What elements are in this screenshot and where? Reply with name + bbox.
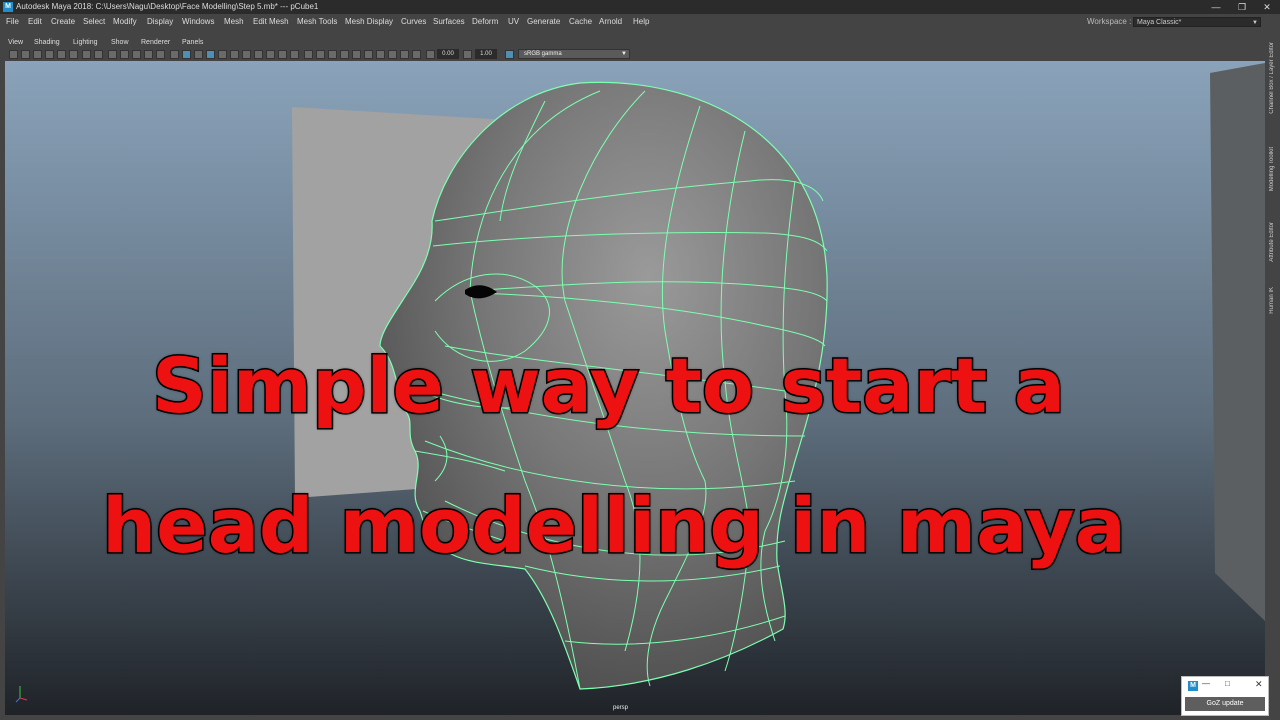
gamma-field[interactable]: 1.00	[475, 49, 497, 59]
menu-arnold[interactable]: Arnold	[599, 14, 622, 30]
camera-label: persp	[613, 705, 629, 711]
tab-channel-box[interactable]: Channel Box / Layer Editor	[1267, 42, 1278, 114]
window-title: Autodesk Maya 2018: C:\Users\Nagu\Deskto…	[16, 2, 319, 11]
menu-uv[interactable]: UV	[508, 14, 519, 30]
grid-display-icon[interactable]	[388, 50, 397, 59]
camera-attributes-icon[interactable]	[21, 50, 30, 59]
film-gate-icon[interactable]	[94, 50, 103, 59]
color-management-icon[interactable]	[505, 50, 514, 59]
menu-cache[interactable]: Cache	[569, 14, 592, 30]
panel-menu-renderer[interactable]: Renderer	[141, 37, 170, 48]
workspace-label: Workspace :	[1087, 17, 1132, 26]
menu-edit[interactable]: Edit	[28, 14, 42, 30]
goz-window: M — □ ✕ GoZ update	[1181, 676, 1269, 716]
menu-mesh-tools[interactable]: Mesh Tools	[297, 14, 337, 30]
tab-attribute-editor[interactable]: Attribute Editor	[1267, 222, 1278, 262]
xray-icon[interactable]	[316, 50, 325, 59]
main-menu-bar: File Edit Create Select Modify Display W…	[0, 14, 1280, 30]
backface-culling-icon[interactable]	[352, 50, 361, 59]
close-button[interactable]: ✕	[1254, 0, 1280, 14]
axis-gizmo	[15, 686, 28, 703]
motion-blur-icon[interactable]	[266, 50, 275, 59]
use-all-lights-icon[interactable]	[230, 50, 239, 59]
menu-select[interactable]: Select	[83, 14, 105, 30]
panel-menu-lighting[interactable]: Lighting	[73, 37, 98, 48]
camera-lock-icon[interactable]	[412, 50, 421, 59]
xray-joints-icon[interactable]	[340, 50, 349, 59]
menu-mesh-display[interactable]: Mesh Display	[345, 14, 393, 30]
bookmark-icon[interactable]	[33, 50, 42, 59]
panel-toolbar: 0.00 1.00 sRGB gamma ▼	[5, 48, 1265, 61]
field-chart-icon[interactable]	[132, 50, 141, 59]
workspace-value: Maya Classic*	[1137, 19, 1182, 26]
view-transform-value: sRGB gamma	[524, 51, 562, 57]
menu-windows[interactable]: Windows	[182, 14, 214, 30]
chevron-down-icon: ▼	[621, 51, 627, 57]
viewport-scene	[15, 63, 1265, 703]
minimize-button[interactable]: —	[1203, 0, 1229, 14]
goz-update-button[interactable]: GoZ update	[1185, 697, 1265, 711]
xray-active-components-icon[interactable]	[328, 50, 337, 59]
title-bar: M Autodesk Maya 2018: C:\Users\Nagu\Desk…	[0, 0, 1280, 14]
menu-generate[interactable]: Generate	[527, 14, 560, 30]
menu-help[interactable]: Help	[633, 14, 649, 30]
view-transform-select[interactable]: sRGB gamma ▼	[518, 49, 630, 59]
tab-human-ik[interactable]: Human IK	[1267, 287, 1278, 314]
wireframe-icon[interactable]	[170, 50, 179, 59]
menu-display[interactable]: Display	[147, 14, 173, 30]
grease-pencil-icon[interactable]	[69, 50, 78, 59]
menu-create[interactable]: Create	[51, 14, 75, 30]
isolate-select-icon[interactable]	[304, 50, 313, 59]
panel-menu-panels[interactable]: Panels	[182, 37, 203, 48]
maya-logo-icon: M	[3, 2, 13, 12]
hardware-fog-icon[interactable]	[376, 50, 385, 59]
safe-action-icon[interactable]	[144, 50, 153, 59]
hud-icon[interactable]	[400, 50, 409, 59]
safe-title-icon[interactable]	[156, 50, 165, 59]
goz-minimize-button[interactable]: —	[1202, 679, 1210, 688]
menu-surfaces[interactable]: Surfaces	[433, 14, 465, 30]
gate-mask-icon[interactable]	[120, 50, 129, 59]
menu-modify[interactable]: Modify	[113, 14, 137, 30]
exposure-icon[interactable]	[426, 50, 435, 59]
resolution-gate-icon[interactable]	[108, 50, 117, 59]
wireframe-on-shaded-icon[interactable]	[206, 50, 215, 59]
panel-menu-view[interactable]: View	[8, 37, 23, 48]
chevron-down-icon: ▼	[1252, 20, 1258, 26]
panel-menu-bar: View Shading Lighting Show Renderer Pane…	[5, 37, 1265, 48]
perspective-viewport[interactable]	[5, 61, 1265, 715]
maya-logo-icon: M	[1188, 681, 1198, 691]
2d-pan-zoom-icon[interactable]	[57, 50, 66, 59]
exposure-field[interactable]: 0.00	[437, 49, 459, 59]
smooth-shade-icon[interactable]	[182, 50, 191, 59]
grid-icon[interactable]	[82, 50, 91, 59]
select-camera-icon[interactable]	[9, 50, 18, 59]
depth-of-field-icon[interactable]	[290, 50, 299, 59]
menu-file[interactable]: File	[6, 14, 19, 30]
shadows-icon[interactable]	[242, 50, 251, 59]
use-default-material-icon[interactable]	[194, 50, 203, 59]
panel-menu-shading[interactable]: Shading	[34, 37, 60, 48]
smooth-wireframe-icon[interactable]	[364, 50, 373, 59]
goz-close-button[interactable]: ✕	[1255, 679, 1263, 690]
menu-mesh[interactable]: Mesh	[224, 14, 244, 30]
menu-curves[interactable]: Curves	[401, 14, 426, 30]
anti-aliasing-icon[interactable]	[278, 50, 287, 59]
panel-menu-show[interactable]: Show	[111, 37, 129, 48]
image-plane-icon[interactable]	[45, 50, 54, 59]
workspace-select[interactable]: Maya Classic* ▼	[1133, 17, 1261, 27]
gamma-icon[interactable]	[463, 50, 472, 59]
screen-space-ao-icon[interactable]	[254, 50, 263, 59]
tab-modelling-toolkit[interactable]: Modelling Toolkit	[1267, 147, 1278, 191]
menu-edit-mesh[interactable]: Edit Mesh	[253, 14, 289, 30]
scene-wall	[1210, 63, 1265, 621]
textured-icon[interactable]	[218, 50, 227, 59]
menu-deform[interactable]: Deform	[472, 14, 498, 30]
goz-maximize-button[interactable]: □	[1225, 679, 1230, 688]
right-side-tabs: Channel Box / Layer Editor Modelling Too…	[1265, 37, 1280, 720]
maximize-button[interactable]: ❐	[1229, 0, 1255, 14]
